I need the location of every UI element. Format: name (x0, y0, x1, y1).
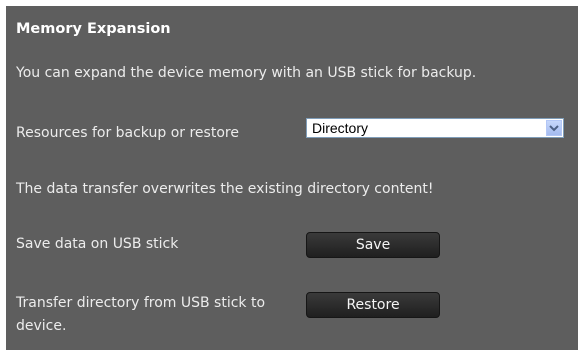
resources-selected-value: Directory (312, 120, 369, 136)
resources-select[interactable]: Directory (306, 118, 564, 138)
restore-label: Transfer directory from USB stick to dev… (16, 295, 266, 334)
memory-expansion-panel: Memory Expansion You can expand the devi… (6, 6, 578, 350)
intro-text: You can expand the device memory with an… (16, 65, 477, 81)
chevron-down-icon (549, 125, 559, 132)
section-title: Memory Expansion (16, 21, 171, 37)
warning-text: The data transfer overwrites the existin… (16, 181, 434, 197)
save-button[interactable]: Save (306, 232, 440, 258)
dropdown-button[interactable] (546, 120, 562, 136)
save-label: Save data on USB stick (16, 236, 179, 252)
resources-label: Resources for backup or restore (16, 125, 239, 141)
restore-button[interactable]: Restore (306, 292, 440, 318)
